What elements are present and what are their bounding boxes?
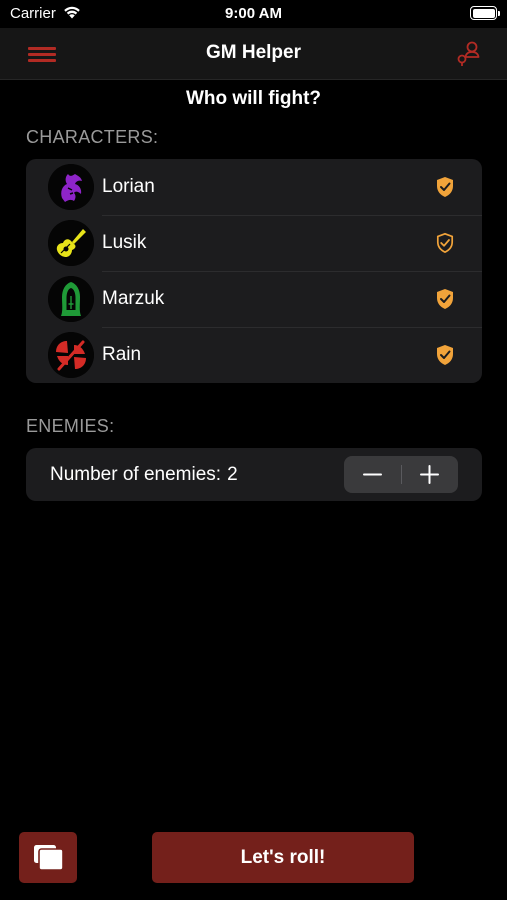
yellow-guitar-icon xyxy=(48,220,94,266)
cards-icon xyxy=(34,845,64,871)
navigation-bar: GM Helper xyxy=(0,28,507,80)
character-name: Lorian xyxy=(102,176,155,197)
green-hooded-figure-icon xyxy=(48,276,94,322)
character-row-rain[interactable]: Rain xyxy=(26,327,482,383)
battery-icon xyxy=(470,6,500,20)
characters-list: Lorian Lusik Marzuk Rain xyxy=(26,159,482,383)
purple-beast-icon xyxy=(48,164,94,210)
characters-header: CHARACTERS: xyxy=(26,127,159,147)
character-name: Rain xyxy=(102,344,142,365)
enemies-card: Number of enemies: 2 xyxy=(26,448,482,501)
status-bar: Carrier 9:00 AM xyxy=(0,0,507,28)
increment-button[interactable] xyxy=(401,456,458,493)
fight-question: Who will fight? xyxy=(185,88,322,109)
red-double-axe-icon xyxy=(48,332,94,378)
decrement-button[interactable] xyxy=(344,456,401,493)
nav-title: GM Helper xyxy=(205,42,302,63)
minus-icon xyxy=(363,473,382,476)
enemy-count-stepper[interactable] xyxy=(344,456,458,493)
character-name: Lusik xyxy=(102,232,147,253)
cards-button[interactable] xyxy=(19,832,77,883)
lets-roll-button[interactable]: Let's roll! xyxy=(152,832,414,883)
shield-check-icon xyxy=(436,232,454,254)
enemy-count-row: Number of enemies: 2 xyxy=(50,464,238,486)
character-row-lusik[interactable]: Lusik xyxy=(26,215,482,271)
enemies-header: ENEMIES: xyxy=(26,416,115,436)
character-row-marzuk[interactable]: Marzuk xyxy=(26,271,482,327)
shield-check-icon xyxy=(437,345,453,365)
enemy-count-value: 2 xyxy=(227,464,238,485)
shield-check-icon xyxy=(437,289,453,309)
plus-icon xyxy=(420,465,439,484)
enemy-count-label: Number of enemies: xyxy=(50,464,222,485)
shield-check-icon xyxy=(437,177,453,197)
clock: 9:00 AM xyxy=(225,5,282,22)
user-icon[interactable] xyxy=(455,40,483,68)
character-row-lorian[interactable]: Lorian xyxy=(26,159,482,215)
character-name: Marzuk xyxy=(102,288,165,309)
